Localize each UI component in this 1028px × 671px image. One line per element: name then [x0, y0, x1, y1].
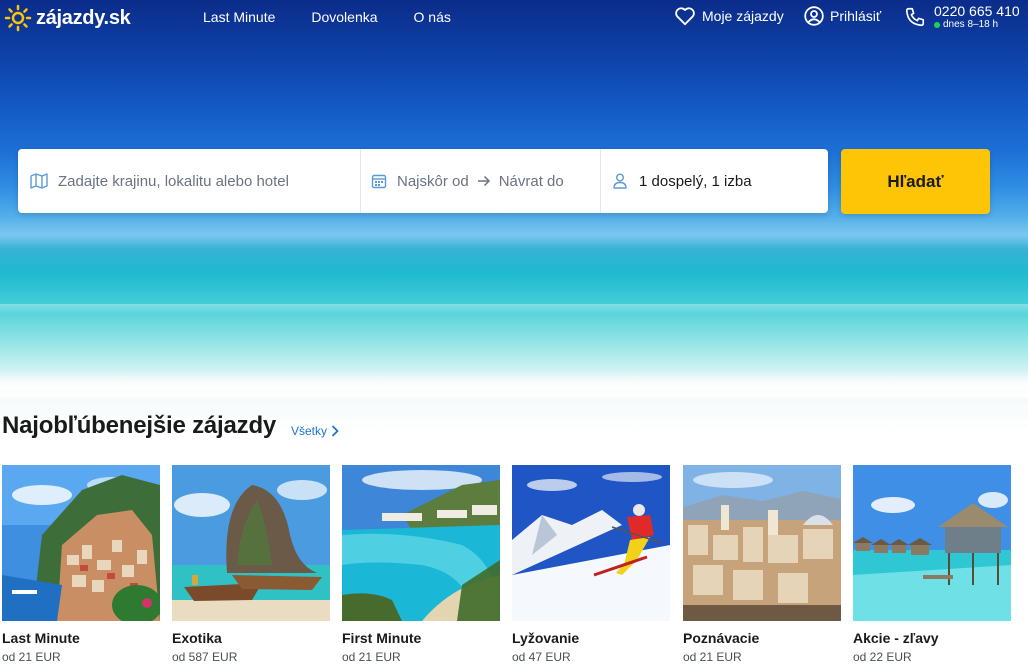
passengers-field[interactable]: 1 dospelý, 1 izba	[601, 149, 828, 213]
tour-name: Exotika	[172, 630, 222, 646]
view-all-label: Všetky	[291, 424, 328, 438]
map-icon	[30, 173, 48, 189]
destination-input[interactable]	[56, 171, 340, 191]
tour-price: od 21 EUR	[2, 650, 61, 664]
user-icon	[804, 6, 824, 26]
phone-hours-text: dnes 8–18 h	[943, 19, 999, 30]
passengers-value: 1 dospelý, 1 izba	[639, 172, 752, 190]
heart-icon	[675, 7, 695, 26]
login-link[interactable]: Prihlásiť	[804, 6, 881, 26]
main-nav: Last Minute Dovolenka O nás	[203, 9, 451, 25]
tour-name: Last Minute	[2, 630, 80, 646]
tour-price: od 587 EUR	[172, 650, 238, 664]
tour-image	[853, 465, 1011, 621]
tour-image	[683, 465, 841, 621]
brand-name: zájazdy.sk	[36, 6, 131, 29]
tour-card-poznavacie[interactable]: Poznávacie od 21 EUR	[683, 465, 841, 664]
search-button[interactable]: Hľadať	[841, 149, 990, 214]
site-header: zájazdy.sk Last Minute Dovolenka O nás M…	[0, 0, 1028, 36]
section-title: Najobľúbenejšie zájazdy	[2, 412, 277, 439]
tour-price: od 21 EUR	[683, 650, 742, 664]
tour-price: od 21 EUR	[342, 650, 401, 664]
tour-price: od 47 EUR	[512, 650, 571, 664]
horizon-line	[0, 304, 1028, 314]
favorites-link[interactable]: Moje zájazdy	[674, 6, 784, 26]
phone-contact[interactable]: 0220 665 410 dnes 8–18 h	[904, 3, 1020, 30]
search-bar: Najskôr od Návrat do 1 dospelý, 1 izba	[18, 149, 828, 213]
logo[interactable]: zájazdy.sk	[4, 4, 131, 32]
tour-name: Akcie - zľavy	[853, 630, 939, 646]
tour-name: Lyžovanie	[512, 630, 580, 646]
tour-name: Poznávacie	[683, 630, 760, 646]
online-status-dot	[934, 21, 940, 28]
tour-image	[512, 465, 670, 621]
tour-image	[172, 465, 330, 621]
nav-o-nas[interactable]: O nás	[414, 9, 451, 25]
phone-icon	[905, 7, 925, 27]
beach-surf	[0, 370, 1028, 398]
chevron-right-icon	[331, 425, 339, 437]
tour-card-first-minute[interactable]: First Minute od 21 EUR	[342, 465, 500, 664]
calendar-icon	[371, 174, 387, 189]
date-to[interactable]: Návrat do	[499, 173, 564, 190]
tour-name: First Minute	[342, 630, 422, 646]
tour-card-exotika[interactable]: Exotika od 587 EUR	[172, 465, 330, 664]
destination-field[interactable]	[18, 149, 361, 213]
view-all-link[interactable]: Všetky	[291, 424, 339, 438]
phone-hours: dnes 8–18 h	[934, 19, 1020, 30]
login-label: Prihlásiť	[830, 8, 882, 24]
tour-card-lyzovanie[interactable]: Lyžovanie od 47 EUR	[512, 465, 670, 664]
tour-card-akcie-zlavy[interactable]: Akcie - zľavy od 22 EUR	[853, 465, 1011, 664]
tour-image	[2, 465, 160, 621]
popular-tours-list: Last Minute od 21 EUR Exotika od 587 EUR	[0, 465, 1028, 671]
tour-price: od 22 EUR	[853, 650, 912, 664]
person-icon	[613, 173, 627, 189]
favorites-label: Moje zájazdy	[702, 8, 784, 24]
date-from[interactable]: Najskôr od	[397, 173, 469, 190]
sun-logo-icon	[4, 4, 32, 32]
nav-dovolenka[interactable]: Dovolenka	[311, 9, 377, 25]
hero-background	[0, 0, 1028, 470]
date-range-field[interactable]: Najskôr od Návrat do	[361, 149, 601, 213]
tour-image	[342, 465, 500, 621]
arrow-right-icon	[477, 175, 491, 187]
phone-number: 0220 665 410	[934, 3, 1020, 19]
nav-last-minute[interactable]: Last Minute	[203, 9, 275, 25]
tour-card-last-minute[interactable]: Last Minute od 21 EUR	[2, 465, 160, 664]
